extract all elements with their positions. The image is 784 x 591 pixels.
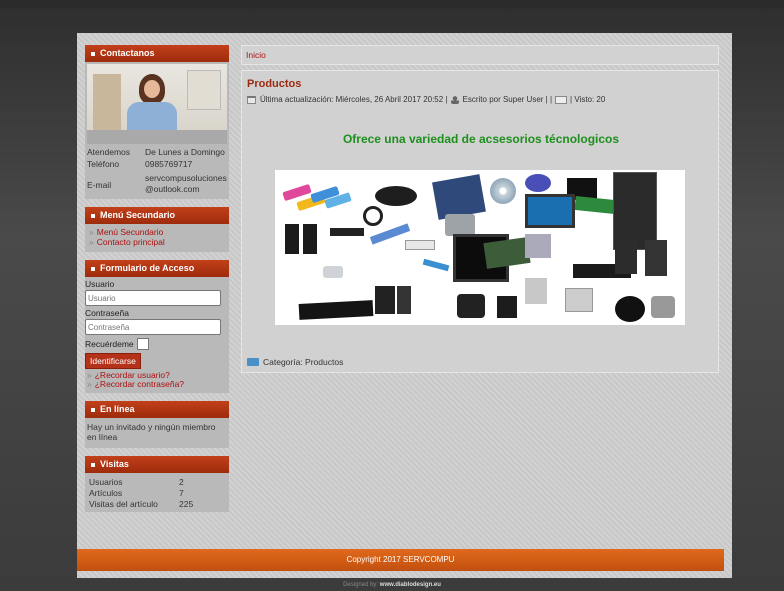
secondary-menu-header: Menú Secundario [85,207,229,224]
bullet-square-icon [91,266,95,271]
sidebar: Contactanos Atendemos De Lunes a Domingo… [85,45,229,520]
online-module-header: En línea [85,401,229,418]
article-title[interactable]: Productos [247,78,301,90]
login-module-title: Formulario de Acceso [100,263,195,273]
contact-table: Atendemos De Lunes a Domingo Teléfono 09… [85,146,229,199]
contact-row: E-mail servcompusoluciones@outlook.com [85,170,229,199]
bullet-square-icon [91,213,95,218]
login-links: ¿Recordar usuario? ¿Recordar contraseña? [85,371,229,389]
contact-photo [87,64,227,144]
online-text: Hay un invitado y ningún miembro en líne… [87,422,216,442]
contact-key: Atendemos [87,147,130,157]
designed-by-label: Designed by: [343,582,379,588]
secondary-menu-list: Menú Secundario Contacto principal [85,224,229,252]
bullet-square-icon [91,407,95,412]
visits-row: Visitas del artículo 225 [87,499,195,510]
contact-row: Teléfono 0985769717 [85,158,229,170]
login-module: Formulario de Acceso Usuario Contraseña … [85,260,229,393]
calendar-icon [247,95,256,104]
page-container: Contactanos Atendemos De Lunes a Domingo… [77,33,732,578]
online-module-title: En línea [100,404,135,414]
category-label[interactable]: Categoría: Productos [263,357,343,367]
breadcrumb-home-link[interactable]: Inicio [246,50,266,60]
secondary-menu-module: Menú Secundario Menú Secundario Contacto… [85,207,229,252]
remember-row: Recuérdeme [85,338,229,350]
contact-module-title: Contactanos [100,48,155,58]
visits-table: Usuarios 2 Artículos 7 Visitas del artícul… [87,477,195,510]
forgot-password-link[interactable]: ¿Recordar contraseña? [87,380,229,389]
article-headline: Ofrece una variedad de acsesorios técnol… [342,132,620,146]
login-module-header: Formulario de Acceso [85,260,229,277]
secondary-menu-item-contact[interactable]: Contacto principal [89,237,225,247]
login-form: Usuario Contraseña Recuérdeme Identifica… [85,277,229,393]
visits-module-title: Visitas [100,459,129,469]
visits-value: 225 [179,499,194,509]
remember-label: Recuérdeme [85,339,134,349]
products-image [275,170,685,325]
article-category: Categoría: Productos [247,357,343,367]
remember-checkbox[interactable] [136,338,149,350]
bullet-square-icon [91,462,95,467]
article: Productos Última actualización: Miércole… [241,70,719,373]
designer-link[interactable]: www.diablodesign.eu [380,582,441,588]
footer-copyright: Copyright 2017 SERVCOMPU [346,555,455,564]
password-input[interactable] [85,319,221,335]
user-icon [450,95,459,104]
contact-value: De Lunes a Domingo [145,147,225,157]
login-button[interactable]: Identificarse [85,353,141,369]
top-bar [0,0,784,8]
contact-module-header: Contactanos [85,45,229,62]
email-icon[interactable] [555,95,568,104]
visits-row: Usuarios 2 [87,477,195,488]
visits-module: Visitas Usuarios 2 Artículos 7 Visitas del… [85,456,229,512]
online-module: En línea Hay un invitado y ningún miembr… [85,401,229,448]
contact-key: Teléfono [87,159,120,169]
article-views: | Visto: 20 [570,95,606,104]
article-author: Escrito por Super User | | [462,95,553,104]
bullet-square-icon [91,51,95,56]
secondary-menu-item-menu[interactable]: Menú Secundario [89,227,225,237]
username-label: Usuario [85,279,115,289]
designed-by: Designed by: www.diablodesign.eu [0,582,784,588]
visits-row: Artículos 7 [87,488,195,499]
visits-module-header: Visitas [85,456,229,473]
contact-value: servcompusoluciones@outlook.com [145,173,227,194]
visits-key: Artículos [89,488,123,498]
password-label: Contraseña [85,308,129,318]
contact-value: 0985769717 [145,159,193,169]
secondary-menu-title: Menú Secundario [100,210,176,220]
username-input[interactable] [85,290,221,306]
visits-value: 2 [179,477,184,487]
visits-key: Visitas del artículo [89,499,158,509]
contact-module: Contactanos Atendemos De Lunes a Domingo… [85,45,229,199]
article-meta: Última actualización: Miércoles, 26 Abri… [247,95,605,104]
folder-icon [247,358,259,366]
footer: Copyright 2017 SERVCOMPU [77,549,724,571]
contact-key: E-mail [87,179,112,190]
contact-row: Atendemos De Lunes a Domingo [85,146,229,158]
article-updated: Última actualización: Miércoles, 26 Abri… [260,95,448,104]
breadcrumb: Inicio [241,45,719,65]
visits-value: 7 [179,488,184,498]
visits-key: Usuarios [89,477,123,487]
visits-stats: Usuarios 2 Artículos 7 Visitas del artícul… [85,473,229,512]
